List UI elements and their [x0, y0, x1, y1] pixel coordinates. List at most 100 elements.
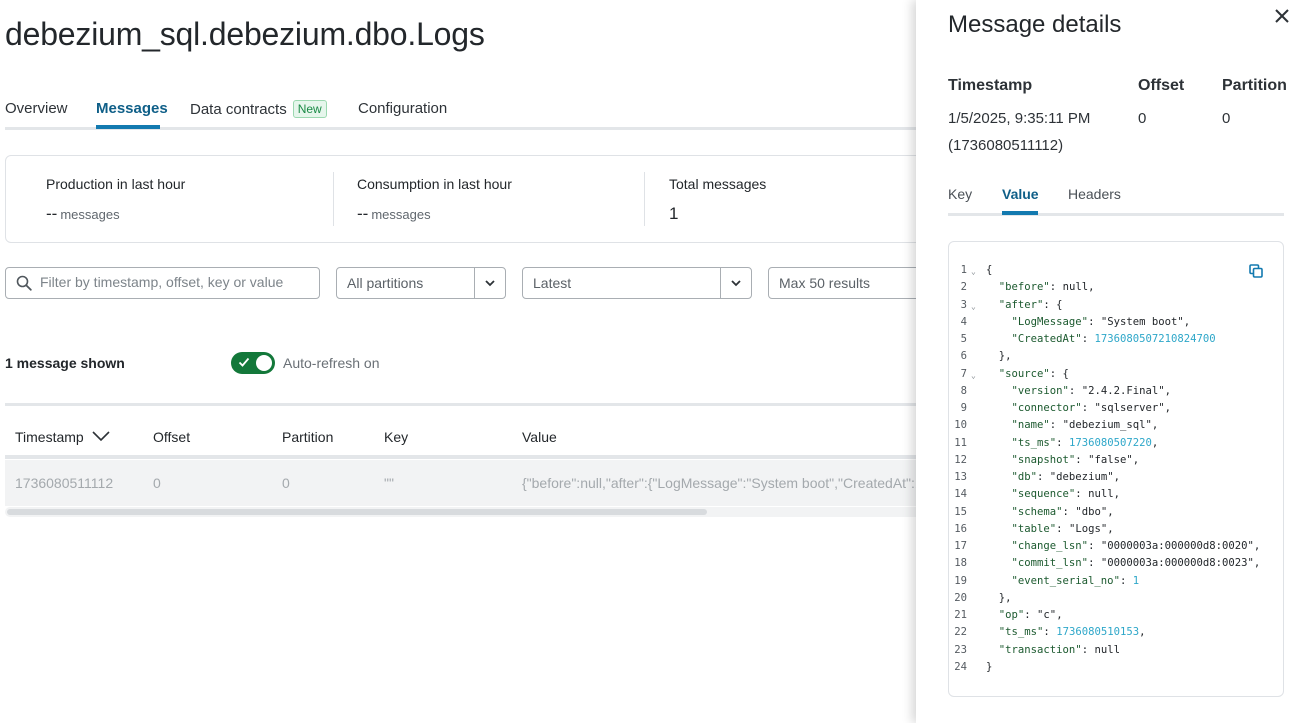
code-text: "schema": "dbo",	[1011, 505, 1114, 518]
details-tabs: Key Value Headers	[948, 184, 1284, 216]
check-icon	[238, 357, 250, 367]
line-number: 6	[960, 350, 967, 363]
tab-value[interactable]: Value	[1002, 186, 1039, 202]
code-line: 10 "name": "debezium_sql",	[949, 417, 1283, 434]
code-text: "commit_lsn": "0000003a:000000d8:0023",	[1011, 557, 1261, 570]
code-text: "table": "Logs",	[1011, 522, 1114, 535]
code-text: "change_lsn": "0000003a:000000d8:0020",	[1011, 540, 1261, 552]
code-text: "version": "2.4.2.Final",	[1011, 384, 1171, 397]
line-number: 3	[960, 298, 967, 311]
offset-mode-dropdown-button[interactable]	[720, 268, 751, 298]
column-header-partition[interactable]: Partition	[282, 429, 333, 445]
messages-shown-count: 1 message shown	[5, 355, 125, 371]
code-line: 3 ⌄ "after": {	[949, 297, 1283, 314]
code-line: 7 ⌄ "source": {	[949, 366, 1283, 383]
line-number: 24	[954, 660, 967, 673]
topic-tabs: Overview Messages Data contracts New Conf…	[5, 96, 945, 130]
code-line: 19 "event_serial_no": 1	[949, 573, 1283, 590]
code-text: "snapshot": "false",	[1011, 453, 1140, 466]
stat-divider	[644, 172, 645, 226]
code-text: "LogMessage": "System boot",	[1011, 315, 1191, 328]
code-line: 23 "transaction": null	[949, 642, 1283, 659]
code-text: },	[986, 591, 1012, 604]
partitions-select[interactable]: All partitions	[336, 267, 506, 299]
code-line: 8 "version": "2.4.2.Final",	[949, 383, 1283, 400]
line-number: 16	[954, 522, 967, 535]
sort-chevron-icon	[92, 431, 110, 442]
stat-production: Production in last hour -- messages	[46, 176, 185, 224]
code-text: "name": "debezium_sql",	[1011, 419, 1159, 432]
code-line: 13 "db": "debezium",	[949, 469, 1283, 486]
offset-mode-select[interactable]: Latest	[522, 267, 752, 299]
panel-title: Message details	[948, 11, 1122, 38]
table-header-divider	[5, 455, 945, 459]
fold-chevron-icon[interactable]: ⌄	[971, 298, 976, 315]
stat-total-label: Total messages	[669, 176, 767, 192]
line-number: 18	[954, 557, 967, 570]
code-text: "sequence": null,	[1011, 488, 1120, 501]
chevron-down-icon	[485, 280, 495, 287]
offset-label: Offset	[1138, 77, 1185, 94]
json-code: 1 ⌄ {2 "before": null, 3 ⌄ "after": {4 "LogM…	[949, 262, 1283, 676]
line-number: 11	[954, 436, 967, 449]
stats-card: Production in last hour -- messages Consu…	[5, 155, 945, 243]
stat-consumption-unit: messages	[371, 207, 431, 222]
close-icon[interactable]	[1275, 9, 1289, 23]
tab-messages[interactable]: Messages	[96, 100, 168, 117]
auto-refresh-toggle[interactable]	[231, 352, 275, 374]
code-text: "db": "debezium",	[1011, 471, 1120, 483]
code-line: 2 "before": null,	[949, 279, 1283, 296]
column-header-timestamp[interactable]: Timestamp	[15, 429, 110, 445]
tab-headers[interactable]: Headers	[1068, 186, 1121, 202]
code-line: 14 "sequence": null,	[949, 486, 1283, 503]
code-line: 4 "LogMessage": "System boot",	[949, 314, 1283, 331]
tab-overview[interactable]: Overview	[5, 100, 68, 117]
code-line: 20 },	[949, 590, 1283, 607]
code-line: 6 },	[949, 348, 1283, 365]
line-number: 10	[954, 419, 967, 432]
line-number: 5	[960, 333, 967, 345]
line-number: 12	[954, 453, 967, 466]
code-line: 24}	[949, 659, 1283, 676]
code-line: 17 "change_lsn": "0000003a:000000d8:0020…	[949, 538, 1283, 555]
line-number: 7	[960, 367, 967, 380]
stat-consumption-value: -- messages	[357, 204, 512, 224]
message-filter[interactable]	[5, 267, 320, 299]
timestamp-value: 1/5/2025, 9:35:11 PM (1736080511112)	[948, 105, 1090, 159]
fold-chevron-icon[interactable]: ⌄	[971, 263, 976, 280]
column-header-offset[interactable]: Offset	[153, 429, 190, 445]
offset-mode-select-value: Latest	[533, 275, 572, 291]
search-input[interactable]	[40, 274, 310, 290]
code-text: "event_serial_no": 1	[1011, 574, 1140, 587]
fold-chevron-icon[interactable]: ⌄	[971, 367, 976, 384]
table-horizontal-scrollbar[interactable]	[5, 507, 945, 517]
line-number: 13	[954, 471, 967, 483]
max-results-select[interactable]: Max 50 results	[768, 267, 938, 299]
code-line: 5 "CreatedAt": 1736080507210824700	[949, 331, 1283, 348]
stat-production-label: Production in last hour	[46, 176, 186, 192]
json-viewer: 1 ⌄ {2 "before": null, 3 ⌄ "after": {4 "LogM…	[948, 241, 1284, 697]
active-tab-indicator	[96, 125, 160, 129]
tab-key[interactable]: Key	[948, 186, 972, 202]
column-header-key[interactable]: Key	[384, 429, 408, 445]
toggle-knob	[256, 355, 272, 371]
tab-configuration[interactable]: Configuration	[358, 100, 447, 117]
timestamp-raw: (1736080511112)	[948, 137, 1064, 154]
cell-timestamp: 1736080511112	[15, 475, 114, 491]
chevron-down-icon	[731, 280, 741, 287]
scrollbar-thumb[interactable]	[7, 509, 707, 515]
code-line: 16 "table": "Logs",	[949, 521, 1283, 538]
code-line: 18 "commit_lsn": "0000003a:000000d8:0023…	[949, 555, 1283, 572]
tab-data-contracts[interactable]: Data contracts New	[190, 100, 327, 118]
partition-value: 0	[1222, 110, 1231, 127]
code-text: "ts_ms": 1736080507220,	[1011, 436, 1159, 449]
search-icon	[16, 275, 32, 291]
line-number: 2	[960, 281, 967, 294]
line-number: 19	[954, 574, 967, 587]
code-text: },	[986, 350, 1012, 363]
partitions-dropdown-button[interactable]	[474, 268, 505, 298]
line-number: 4	[960, 315, 967, 328]
stat-divider	[333, 172, 334, 226]
column-header-value[interactable]: Value	[522, 429, 557, 445]
line-number: 8	[960, 384, 967, 397]
